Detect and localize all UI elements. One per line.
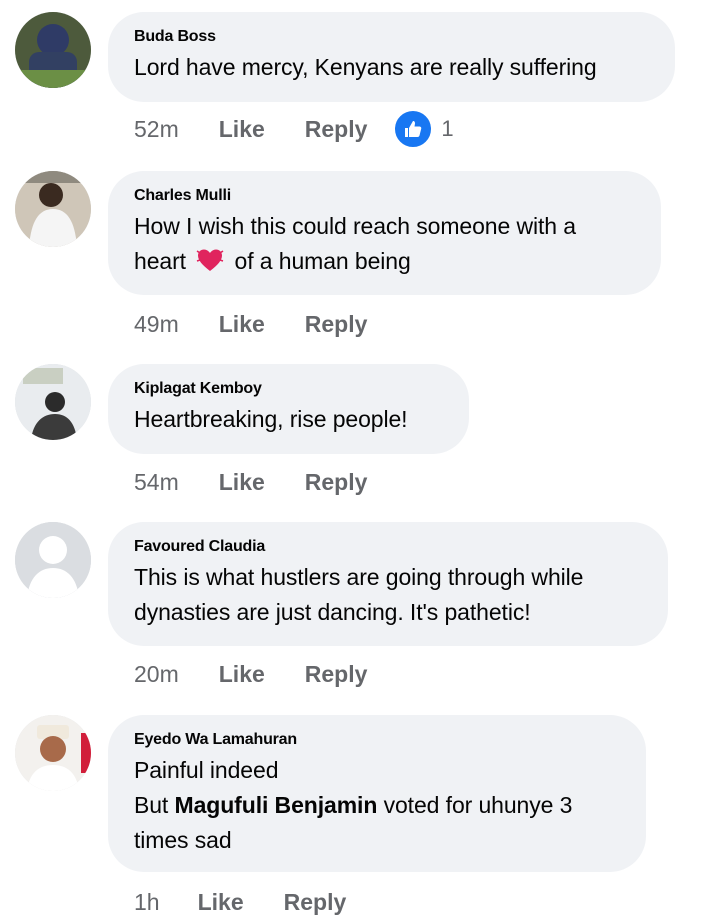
reply-button[interactable]: Reply	[305, 116, 368, 143]
comment-bubble: Eyedo Wa Lamahuran Painful indeed But Ma…	[108, 715, 646, 872]
comment-text-part: of a human being	[234, 248, 411, 274]
comment-text: Lord have mercy, Kenyans are really suff…	[134, 54, 597, 80]
avatar[interactable]	[15, 715, 91, 791]
comment-bubble: Favoured Claudia This is what hustlers a…	[108, 522, 668, 646]
comment-author[interactable]: Buda Boss	[134, 26, 647, 48]
comment-actions: 54m Like Reply	[134, 463, 367, 501]
thumbs-up-icon	[393, 109, 434, 149]
comment-bubble: Kiplagat Kemboy Heartbreaking, rise peop…	[108, 364, 469, 454]
comment-time[interactable]: 49m	[134, 311, 179, 338]
comment-actions: 1h Like Reply	[134, 884, 346, 920]
comment-text: How I wish this could reach someone with…	[134, 209, 633, 283]
comment-author[interactable]: Favoured Claudia	[134, 536, 640, 558]
beating-heart-icon	[196, 247, 224, 283]
avatar[interactable]	[15, 171, 91, 247]
default-avatar-icon	[15, 522, 91, 598]
comment-actions: 49m Like Reply	[134, 305, 367, 343]
user-mention-link[interactable]: Magufuli Benjamin	[175, 792, 378, 818]
comment-author[interactable]: Eyedo Wa Lamahuran	[134, 729, 618, 751]
comment-text-line: But Magufuli Benjamin voted for uhunye 3…	[134, 788, 618, 858]
reply-button[interactable]: Reply	[305, 661, 368, 688]
comment-author[interactable]: Kiplagat Kemboy	[134, 378, 441, 400]
comment-time[interactable]: 54m	[134, 469, 179, 496]
avatar[interactable]	[15, 522, 91, 598]
avatar[interactable]	[15, 364, 91, 440]
comment-actions: 52m Like Reply 1	[134, 109, 454, 149]
comment-actions: 20m Like Reply	[134, 655, 367, 693]
comment-text: This is what hustlers are going through …	[134, 564, 584, 625]
avatar-photo	[15, 12, 91, 88]
avatar-photo	[15, 171, 91, 247]
comment-author[interactable]: Charles Mulli	[134, 185, 633, 207]
comment-text: Heartbreaking, rise people!	[134, 406, 408, 432]
like-button[interactable]: Like	[219, 661, 265, 688]
comment-time[interactable]: 20m	[134, 661, 179, 688]
avatar-photo	[15, 715, 91, 791]
comment-time[interactable]: 52m	[134, 116, 179, 143]
reply-button[interactable]: Reply	[305, 469, 368, 496]
like-button[interactable]: Like	[219, 469, 265, 496]
avatar-photo	[15, 364, 91, 440]
comment-bubble: Buda Boss Lord have mercy, Kenyans are r…	[108, 12, 675, 102]
like-button[interactable]: Like	[198, 889, 244, 916]
comment-text: Painful indeed But Magufuli Benjamin vot…	[134, 753, 618, 858]
comment-text-part: But	[134, 792, 169, 818]
comment-time[interactable]: 1h	[134, 889, 160, 916]
like-button[interactable]: Like	[219, 311, 265, 338]
comment-text-line: Painful indeed	[134, 757, 279, 783]
reaction-summary[interactable]: 1	[393, 109, 454, 149]
like-button[interactable]: Like	[219, 116, 265, 143]
reaction-count: 1	[441, 116, 454, 141]
comment-bubble: Charles Mulli How I wish this could reac…	[108, 171, 661, 295]
reply-button[interactable]: Reply	[284, 889, 347, 916]
avatar[interactable]	[15, 12, 91, 88]
reply-button[interactable]: Reply	[305, 311, 368, 338]
